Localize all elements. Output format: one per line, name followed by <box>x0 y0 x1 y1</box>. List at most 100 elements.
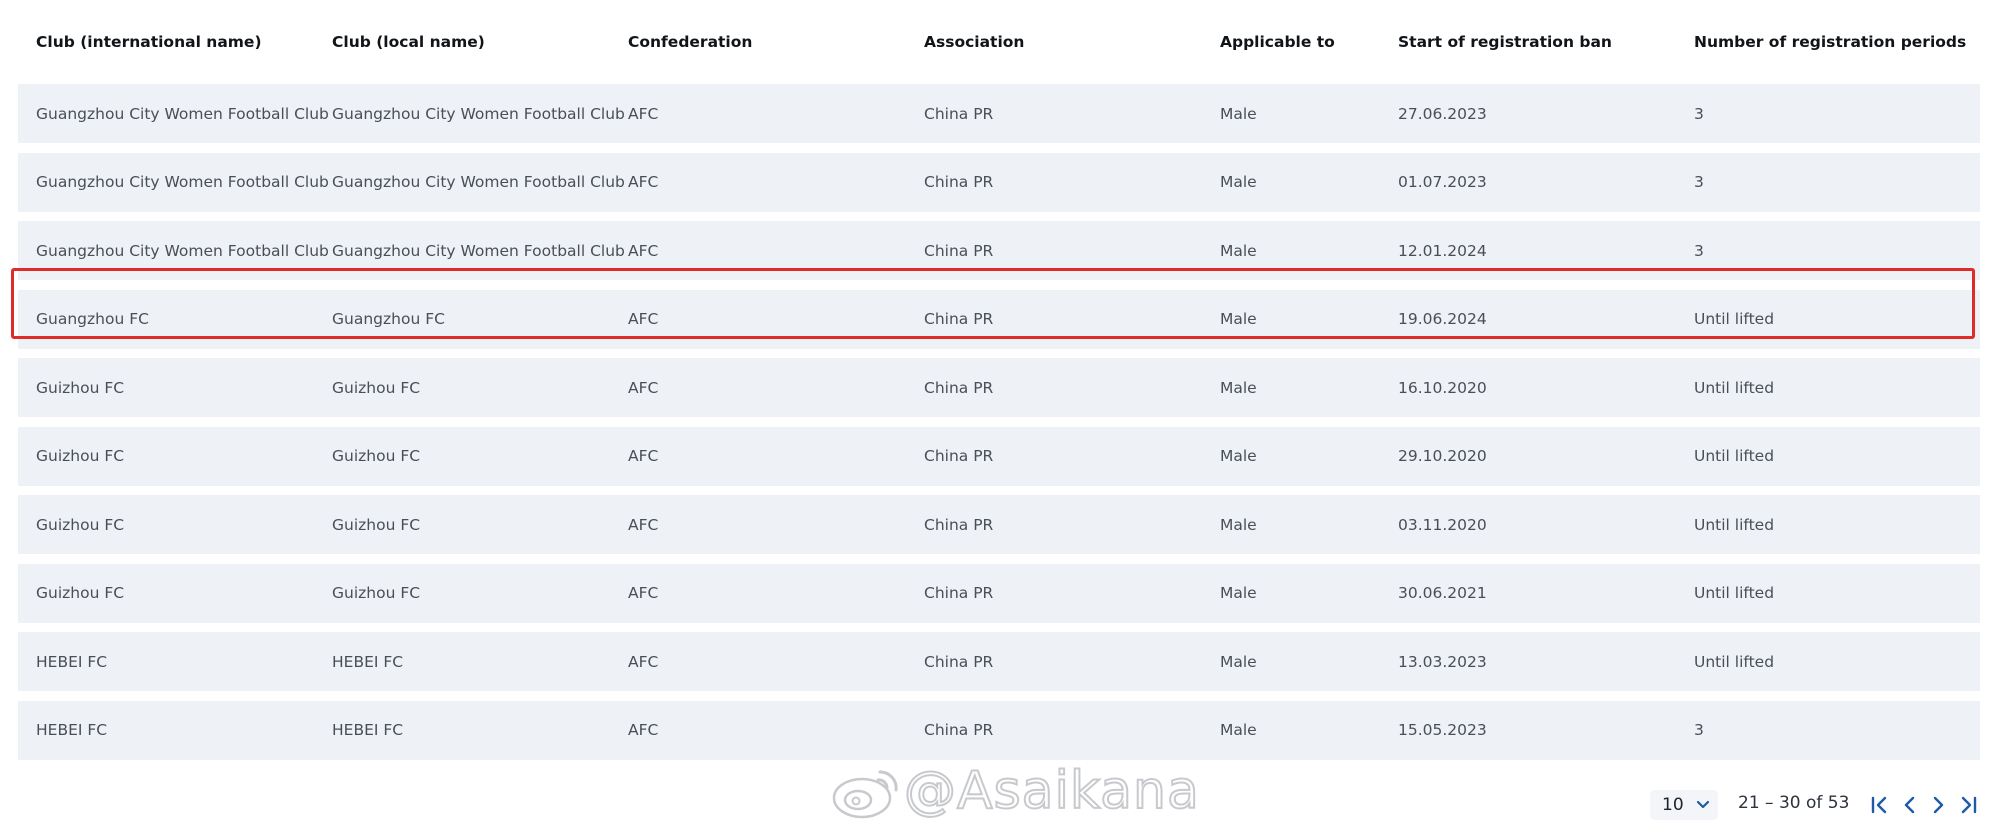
cell-association: China PR <box>924 310 994 328</box>
cell-applicable-to: Male <box>1220 515 1257 534</box>
cell-club-international-name: HEBEI FC <box>36 721 108 739</box>
cell-number-of-registration-periods: Until lifted <box>1694 447 1775 465</box>
table-row[interactable]: Guangzhou City Women Football Club Guangz… <box>18 221 1980 280</box>
first-page-icon <box>1871 796 1887 814</box>
cell-club-local-name: Guizhou FC <box>332 378 421 397</box>
cell-start-of-registration-ban: 13.03.2023 <box>1398 652 1487 671</box>
table-row[interactable]: Guangzhou FC Guangzhou FC AFC China PR Male 1… <box>18 289 1980 349</box>
previous-page-button[interactable] <box>1898 792 1922 818</box>
cell-club-international-name: Guizhou FC <box>36 515 125 534</box>
column-header-club-local-name[interactable]: Club (local name) <box>314 33 610 51</box>
cell-club-local-name: Guizhou FC <box>332 584 421 602</box>
column-header-applicable-to[interactable]: Applicable to <box>1202 33 1380 51</box>
cell-club-international-name: Guangzhou City Women Football Club <box>36 241 329 260</box>
cell-start-of-registration-ban: 19.06.2024 <box>1398 310 1487 328</box>
watermark: @Asaikana <box>828 760 1200 822</box>
cell-applicable-to: Male <box>1220 652 1257 671</box>
cell-club-international-name: Guizhou FC <box>36 378 125 397</box>
cell-club-local-name: Guangzhou City Women Football Club <box>332 104 625 123</box>
cell-association: China PR <box>924 104 994 123</box>
cell-number-of-registration-periods: Until lifted <box>1694 584 1775 602</box>
cell-club-local-name: Guizhou FC <box>332 447 421 465</box>
cell-confederation: AFC <box>628 515 659 534</box>
watermark-text: @Asaikana <box>903 760 1200 822</box>
column-header-confederation[interactable]: Confederation <box>610 33 906 51</box>
cell-club-local-name: Guizhou FC <box>332 515 421 534</box>
cell-association: China PR <box>924 721 994 739</box>
column-header-association[interactable]: Association <box>906 33 1202 51</box>
cell-club-local-name: HEBEI FC <box>332 652 404 671</box>
cell-association: China PR <box>924 515 994 534</box>
next-page-button[interactable] <box>1926 792 1950 818</box>
cell-association: China PR <box>924 378 994 397</box>
cell-confederation: AFC <box>628 173 659 191</box>
cell-applicable-to: Male <box>1220 378 1257 397</box>
cell-applicable-to: Male <box>1220 447 1257 465</box>
cell-number-of-registration-periods: Until lifted <box>1694 310 1775 328</box>
cell-start-of-registration-ban: 01.07.2023 <box>1398 173 1487 191</box>
cell-start-of-registration-ban: 29.10.2020 <box>1398 447 1487 465</box>
cell-association: China PR <box>924 652 994 671</box>
cell-start-of-registration-ban: 15.05.2023 <box>1398 721 1487 739</box>
table-row[interactable]: Guangzhou City Women Football Club Guangz… <box>18 84 1980 143</box>
cell-start-of-registration-ban: 16.10.2020 <box>1398 378 1487 397</box>
cell-applicable-to: Male <box>1220 721 1257 739</box>
last-page-button[interactable] <box>1956 792 1980 818</box>
cell-association: China PR <box>924 447 994 465</box>
cell-number-of-registration-periods: Until lifted <box>1694 652 1775 671</box>
cell-applicable-to: Male <box>1220 310 1257 328</box>
cell-applicable-to: Male <box>1220 241 1257 260</box>
table-header-row: Club (international name) Club (local na… <box>18 0 1980 84</box>
page-size-value: 10 <box>1662 795 1684 815</box>
column-header-club-international-name[interactable]: Club (international name) <box>18 33 314 51</box>
cell-number-of-registration-periods: 3 <box>1694 104 1704 123</box>
cell-club-local-name: Guangzhou City Women Football Club <box>332 241 625 260</box>
cell-confederation: AFC <box>628 104 659 123</box>
cell-association: China PR <box>924 173 994 191</box>
chevron-right-icon <box>1933 796 1944 814</box>
cell-club-local-name: Guangzhou City Women Football Club <box>332 173 625 191</box>
cell-association: China PR <box>924 584 994 602</box>
cell-number-of-registration-periods: 3 <box>1694 241 1704 260</box>
cell-start-of-registration-ban: 30.06.2021 <box>1398 584 1487 602</box>
cell-number-of-registration-periods: 3 <box>1694 173 1704 191</box>
first-page-button[interactable] <box>1868 792 1892 818</box>
weibo-logo-icon <box>832 770 898 819</box>
cell-confederation: AFC <box>628 447 659 465</box>
cell-number-of-registration-periods: Until lifted <box>1694 378 1775 397</box>
cell-confederation: AFC <box>628 241 659 260</box>
page-size-select[interactable]: 10 <box>1650 790 1718 820</box>
cell-applicable-to: Male <box>1220 104 1257 123</box>
cell-club-international-name: Guangzhou City Women Football Club <box>36 104 329 123</box>
table-row[interactable]: Guizhou FC Guizhou FC AFC China PR Male 29.10… <box>18 426 1980 486</box>
cell-start-of-registration-ban: 12.01.2024 <box>1398 241 1487 260</box>
table-row[interactable]: Guizhou FC Guizhou FC AFC China PR Male 30.06… <box>18 563 1980 623</box>
cell-club-international-name: Guangzhou FC <box>36 310 149 328</box>
cell-number-of-registration-periods: 3 <box>1694 721 1704 739</box>
cell-confederation: AFC <box>628 721 659 739</box>
table-row[interactable]: HEBEI FC HEBEI FC AFC China PR Male 15.05.202… <box>18 700 1980 760</box>
chevron-left-icon <box>1904 796 1915 814</box>
cell-association: China PR <box>924 241 994 260</box>
table-row[interactable]: Guizhou FC Guizhou FC AFC China PR Male 16.10… <box>18 358 1980 417</box>
table-row[interactable]: Guangzhou City Women Football Club Guangz… <box>18 152 1980 212</box>
cell-applicable-to: Male <box>1220 584 1257 602</box>
cell-club-international-name: Guizhou FC <box>36 447 125 465</box>
cell-confederation: AFC <box>628 652 659 671</box>
table-row[interactable]: HEBEI FC HEBEI FC AFC China PR Male 13.03.202… <box>18 632 1980 691</box>
cell-number-of-registration-periods: Until lifted <box>1694 515 1775 534</box>
registration-ban-table: Club (international name) Club (local na… <box>18 0 1980 769</box>
cell-club-international-name: Guangzhou City Women Football Club <box>36 173 329 191</box>
cell-confederation: AFC <box>628 584 659 602</box>
cell-applicable-to: Male <box>1220 173 1257 191</box>
cell-confederation: AFC <box>628 310 659 328</box>
cell-start-of-registration-ban: 03.11.2020 <box>1398 515 1487 534</box>
column-header-number-of-registration-periods[interactable]: Number of registration periods <box>1676 33 1980 51</box>
chevron-down-icon <box>1696 800 1710 809</box>
cell-confederation: AFC <box>628 378 659 397</box>
cell-club-international-name: HEBEI FC <box>36 652 108 671</box>
column-header-start-of-registration-ban[interactable]: Start of registration ban <box>1380 33 1676 51</box>
cell-club-international-name: Guizhou FC <box>36 584 125 602</box>
table-row[interactable]: Guizhou FC Guizhou FC AFC China PR Male 03.11… <box>18 495 1980 554</box>
pagination-range-text: 21 – 30 of 53 <box>1738 793 1850 813</box>
